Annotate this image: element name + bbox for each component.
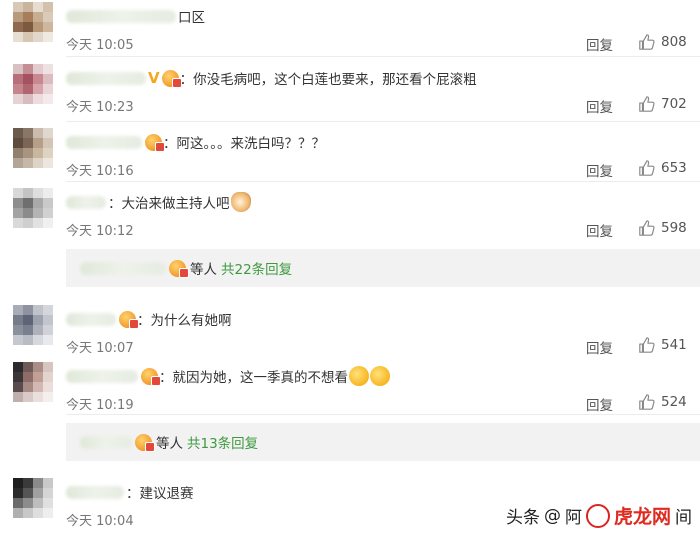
thumbs-up-icon bbox=[639, 96, 655, 112]
verified-v-icon: V bbox=[148, 69, 160, 87]
comment-text: 口区 bbox=[178, 10, 205, 26]
thumbs-up-icon bbox=[639, 337, 655, 353]
username-blurred[interactable] bbox=[66, 135, 142, 149]
watermark-logo-icon bbox=[585, 503, 610, 528]
watermark-name-a: 阿 bbox=[564, 508, 582, 528]
divider bbox=[66, 414, 700, 415]
comment-time: 今天 10:07 bbox=[66, 341, 134, 356]
emoji-icon bbox=[370, 366, 390, 386]
vip-badge-icon bbox=[119, 310, 139, 329]
comment-text: ：就因为她，这一季真的不想看 bbox=[159, 370, 348, 386]
watermark: 头条 @ 阿 虎龙网间 bbox=[506, 502, 692, 529]
sub-replies-suffix: 等人 bbox=[190, 262, 217, 278]
sub-replies-suffix: 等人 bbox=[156, 436, 183, 452]
sub-replies-summary: 等人 共13条回复 bbox=[66, 423, 700, 461]
like-count: 653 bbox=[661, 160, 687, 176]
comment-item: V ：你没毛病吧，这个白莲也要来，那还看个屁滚粗今天 10:23 回复 702 bbox=[0, 64, 700, 120]
avatar[interactable] bbox=[13, 188, 53, 228]
comment-line: ：建议退赛 bbox=[66, 482, 194, 502]
like-count: 524 bbox=[661, 394, 687, 410]
reply-button[interactable]: 回复 bbox=[586, 34, 613, 54]
watermark-name-c: 间 bbox=[675, 508, 692, 528]
view-more-replies-link[interactable]: 共22条回复 bbox=[221, 258, 292, 278]
comment-text: ：为什么有她啊 bbox=[137, 313, 232, 329]
vip-badge-icon bbox=[141, 367, 161, 386]
username-blurred[interactable] bbox=[66, 312, 116, 326]
like-count: 702 bbox=[661, 96, 687, 112]
avatar[interactable] bbox=[13, 128, 53, 168]
thumbs-up-icon bbox=[639, 34, 655, 50]
like-button[interactable]: 808 bbox=[638, 33, 687, 51]
reply-button[interactable]: 回复 bbox=[586, 220, 613, 240]
comment-item: ：阿这。。。来洗白吗？？？ 今天 10:16 回复 653 bbox=[0, 128, 700, 184]
username-blurred[interactable] bbox=[80, 261, 166, 275]
reply-button[interactable]: 回复 bbox=[586, 96, 613, 116]
like-button[interactable]: 598 bbox=[638, 219, 687, 237]
like-count: 808 bbox=[661, 34, 687, 50]
comment-item: ：为什么有她啊 今天 10:07 回复 541 bbox=[0, 305, 700, 361]
username-blurred[interactable] bbox=[66, 485, 124, 499]
thumbs-up-icon bbox=[639, 160, 655, 176]
reply-button[interactable]: 回复 bbox=[586, 394, 613, 414]
comment-time: 今天 10:05 bbox=[66, 38, 134, 53]
vip-badge-icon bbox=[145, 133, 165, 152]
sub-replies-summary: 等人 共22条回复 bbox=[66, 249, 700, 287]
comment-text: ：你没毛病吧，这个白莲也要来，那还看个屁滚粗 bbox=[179, 72, 477, 88]
divider bbox=[66, 181, 700, 182]
divider bbox=[66, 121, 700, 122]
comment-time: 今天 10:19 bbox=[66, 398, 134, 413]
emoji-icon bbox=[349, 366, 369, 386]
username-blurred[interactable] bbox=[66, 369, 138, 383]
like-button[interactable]: 702 bbox=[638, 95, 687, 113]
like-button[interactable]: 524 bbox=[638, 393, 687, 411]
username-blurred[interactable] bbox=[80, 435, 132, 449]
comment-item: ：就因为她，这一季真的不想看今天 10:19 回复 524 bbox=[0, 362, 700, 418]
comment-text: ：大治来做主持人吧 bbox=[108, 196, 230, 212]
comment-time: 今天 10:04 bbox=[66, 514, 134, 529]
like-button[interactable]: 653 bbox=[638, 159, 687, 177]
comment-time: 今天 10:16 bbox=[66, 164, 134, 179]
comment-line: 口区 bbox=[66, 6, 205, 26]
vip-badge-icon bbox=[135, 433, 155, 452]
comment-text: ：阿这。。。来洗白吗？？？ bbox=[163, 136, 325, 152]
username-blurred[interactable] bbox=[66, 9, 176, 23]
like-button[interactable]: 541 bbox=[638, 336, 687, 354]
view-more-replies-link[interactable]: 共13条回复 bbox=[187, 432, 258, 452]
comment-line: ：为什么有她啊 bbox=[66, 309, 232, 329]
comment-item: 口区今天 10:05 回复 808 bbox=[0, 2, 700, 58]
vip-badge-icon bbox=[161, 69, 182, 88]
watermark-at: @ bbox=[543, 505, 561, 526]
comment-item: ：大治来做主持人吧今天 10:12 回复 598 bbox=[0, 188, 700, 244]
comment-line: ：大治来做主持人吧 bbox=[66, 192, 251, 212]
watermark-prefix: 头条 bbox=[505, 508, 540, 528]
comment-time: 今天 10:12 bbox=[66, 224, 134, 239]
comment-time: 今天 10:23 bbox=[66, 100, 134, 115]
thumbs-up-icon bbox=[639, 394, 655, 410]
thumbs-up-icon bbox=[639, 220, 655, 236]
divider bbox=[66, 56, 700, 57]
vip-badge-icon bbox=[169, 259, 189, 278]
avatar[interactable] bbox=[13, 362, 53, 402]
reply-button[interactable]: 回复 bbox=[586, 337, 613, 357]
avatar[interactable] bbox=[13, 478, 53, 518]
watermark-name-b: 虎龙网 bbox=[613, 506, 671, 528]
like-count: 541 bbox=[661, 337, 687, 353]
comment-text: ：建议退赛 bbox=[126, 486, 194, 502]
avatar[interactable] bbox=[13, 64, 53, 104]
cat-emoji-icon bbox=[230, 192, 251, 212]
username-blurred[interactable] bbox=[66, 195, 106, 209]
comment-line: V ：你没毛病吧，这个白莲也要来，那还看个屁滚粗 bbox=[66, 68, 477, 88]
avatar[interactable] bbox=[13, 305, 53, 345]
reply-button[interactable]: 回复 bbox=[586, 160, 613, 180]
username-blurred[interactable] bbox=[66, 71, 146, 85]
like-count: 598 bbox=[661, 220, 687, 236]
comment-line: ：就因为她，这一季真的不想看 bbox=[66, 366, 390, 386]
avatar[interactable] bbox=[13, 2, 53, 42]
comment-line: ：阿这。。。来洗白吗？？？ bbox=[66, 132, 325, 152]
